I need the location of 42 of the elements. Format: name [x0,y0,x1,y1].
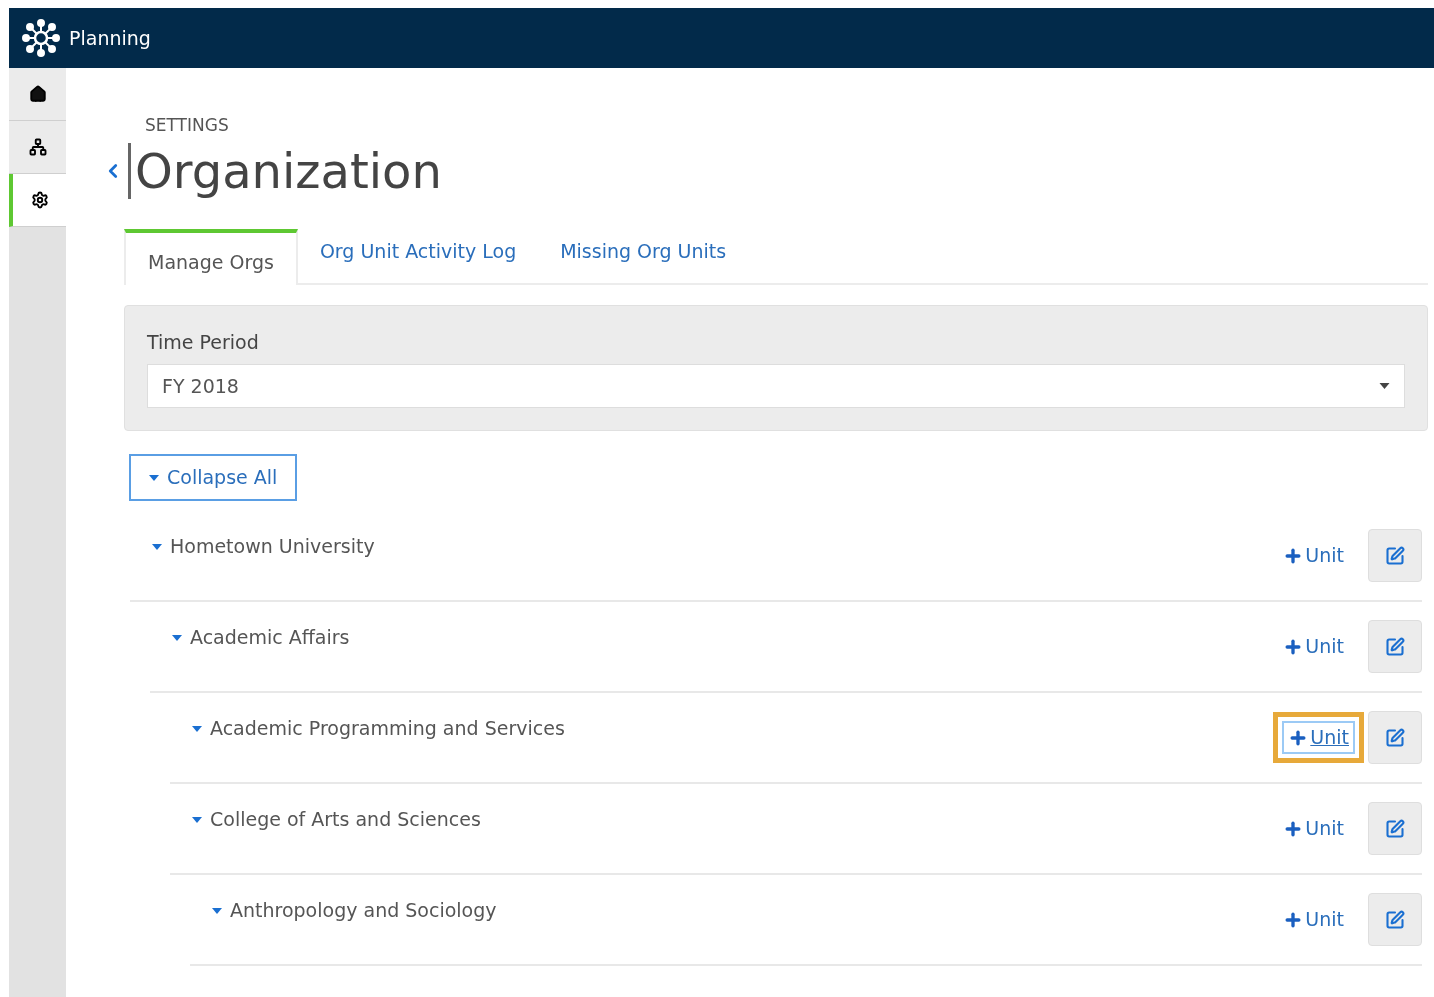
add-unit-button[interactable]: Unit [1277,903,1350,936]
edit-button[interactable] [1368,711,1422,764]
edit-icon [1385,818,1405,839]
network-logo-icon [21,18,61,58]
app-title: Planning [69,25,151,51]
add-unit-button[interactable]: Unit [1277,630,1350,663]
caret-icon[interactable] [192,816,202,823]
edit-icon [1385,545,1405,566]
home-icon [28,85,47,103]
tree-node-label[interactable]: Academic Programming and Services [210,714,565,743]
add-unit-button[interactable]: Unit [1282,721,1355,754]
collapse-all-button[interactable]: Collapse All [129,454,298,501]
edit-icon [1385,909,1405,930]
dropdown-caret-icon [1379,383,1390,389]
edit-button[interactable] [1368,893,1422,946]
sidebar-tab[interactable] [9,121,66,174]
sidebar-tab[interactable] [9,68,66,121]
caret-icon[interactable] [172,634,182,641]
edit-button[interactable] [1368,802,1422,855]
settings-icon [30,191,49,209]
caret-icon [149,474,159,481]
edit-icon [1385,727,1405,748]
caret-icon[interactable] [192,725,202,732]
time-period-select[interactable]: FY 2018 [147,364,1405,408]
tab[interactable]: Missing Org Units [538,228,749,283]
caret-icon[interactable] [152,543,162,550]
tree-node-label[interactable]: Anthropology and Sociology [230,896,497,925]
tab[interactable]: Manage Orgs [124,228,298,285]
edit-button[interactable] [1368,529,1422,582]
tree-node-label[interactable]: College of Arts and Sciences [210,805,481,834]
sitemap-icon [28,138,47,156]
sidebar-tab[interactable] [9,174,66,227]
add-unit-button[interactable]: Unit [1277,812,1350,845]
add-unit-button[interactable]: Unit [1277,539,1350,572]
field-label: Time Period [147,329,260,355]
tree-node-label[interactable]: Academic Affairs [190,623,350,652]
caret-icon[interactable] [212,907,222,914]
tab[interactable]: Org Unit Activity Log [297,228,539,283]
edit-icon [1385,636,1405,657]
edit-button[interactable] [1368,620,1422,673]
tree-node-label[interactable]: Hometown University [170,532,375,561]
section-label: SETTINGS [145,114,230,137]
